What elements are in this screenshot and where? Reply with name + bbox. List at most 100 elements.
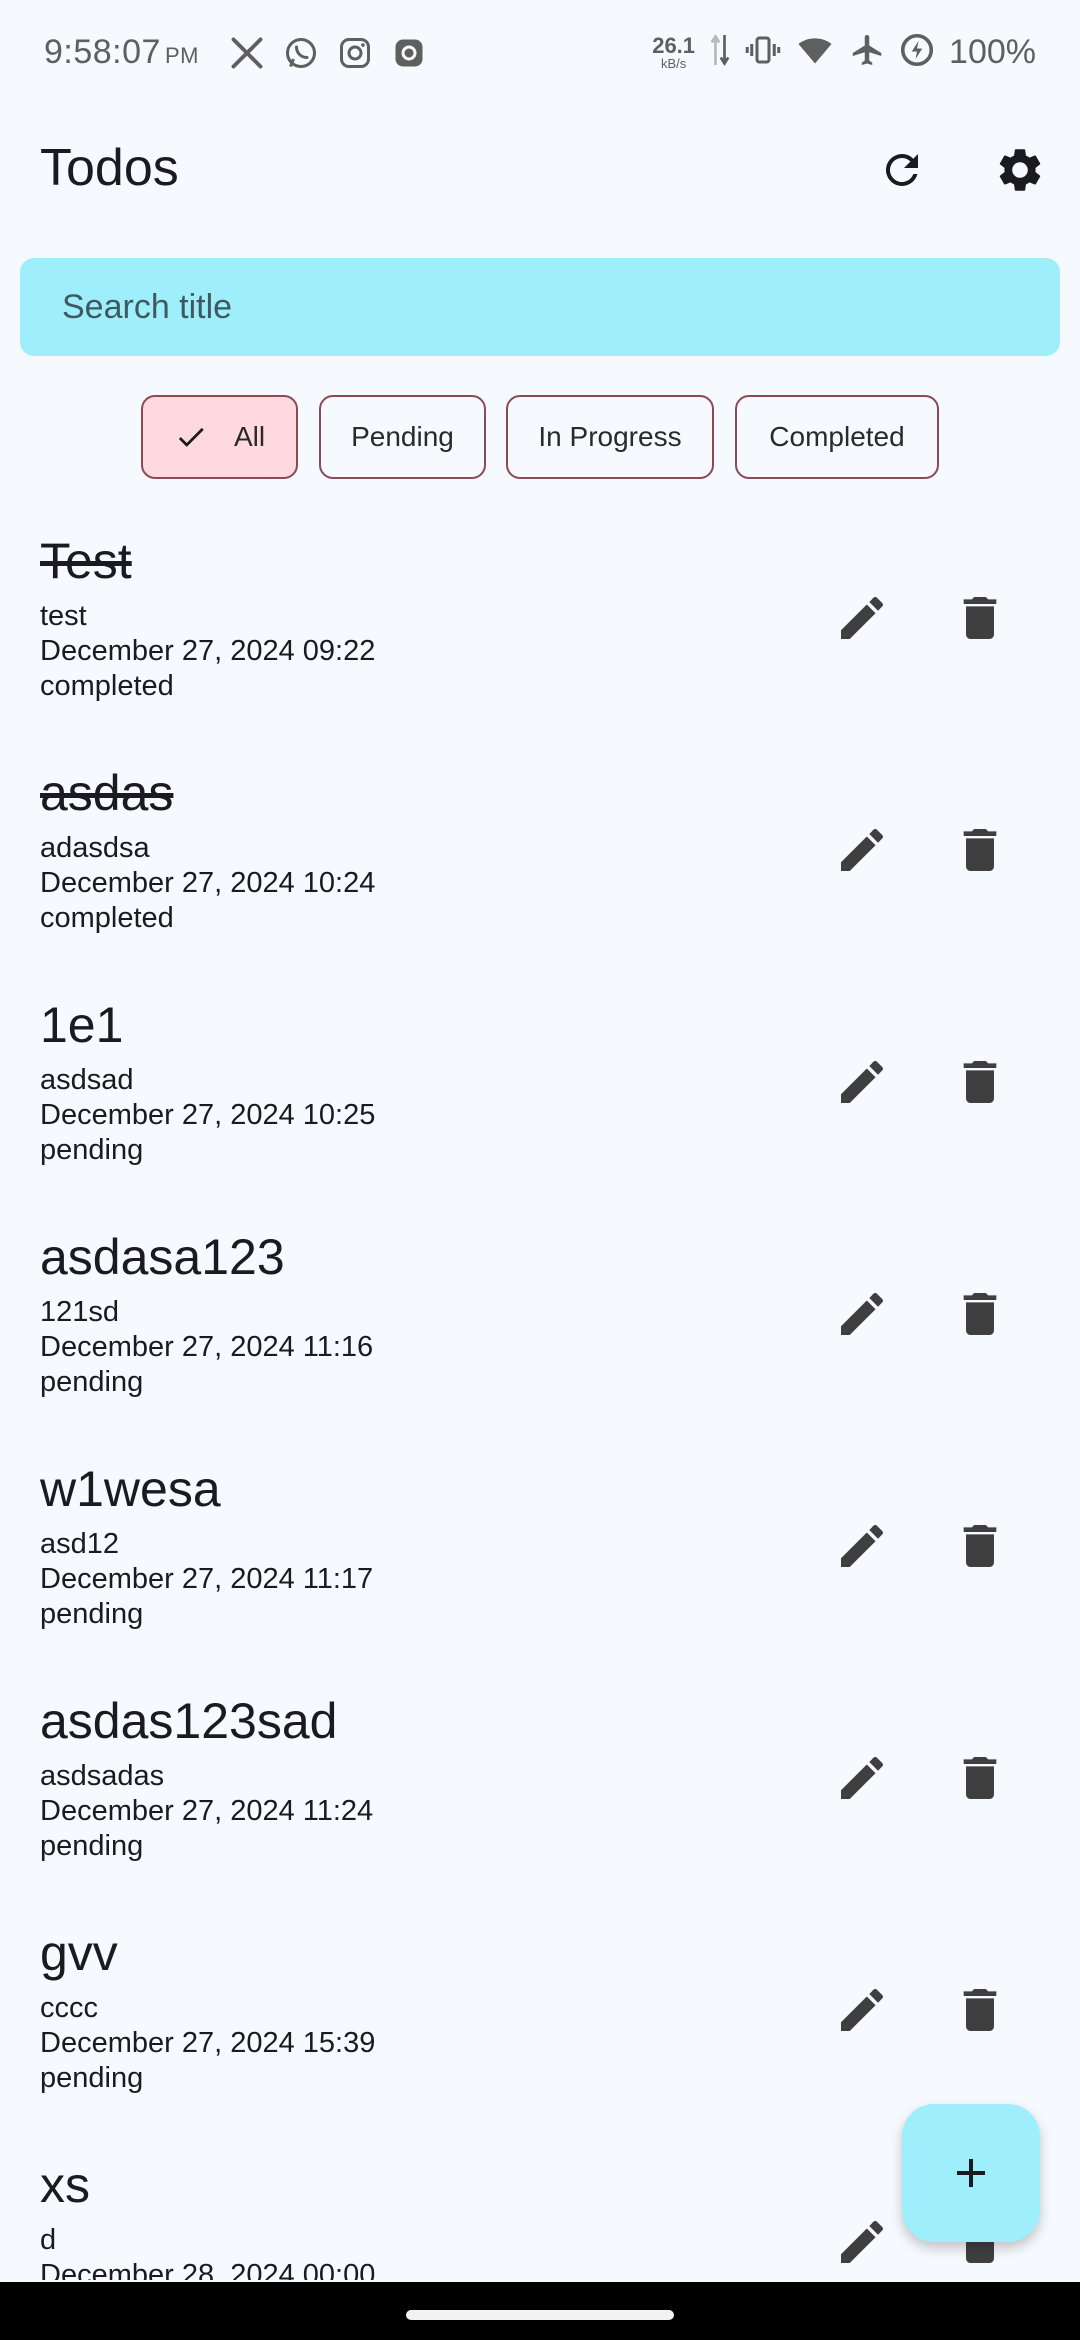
- trash-icon: [963, 1061, 997, 1103]
- pencil-icon: [841, 828, 884, 871]
- todo-status: completed: [40, 670, 174, 702]
- todo-title: asdas123sad: [40, 1693, 338, 1749]
- todo-title: xs: [40, 2157, 90, 2213]
- filter-chip-pending[interactable]: Pending: [319, 395, 486, 479]
- todo-date: December 27, 2024 11:17: [40, 1563, 374, 1595]
- todo-item[interactable]: asdasa123 121sd December 27, 2024 11:16 …: [0, 1216, 1080, 1448]
- whatsapp-icon: [283, 35, 319, 71]
- todo-date: December 27, 2024 11:24: [40, 1795, 374, 1827]
- todo-list: Test test December 27, 2024 09:22 comple…: [0, 520, 1080, 2280]
- pencil-icon: [841, 1988, 884, 2031]
- todo-description: cccc: [40, 1992, 98, 2024]
- todo-item[interactable]: 1e1 asdsad December 27, 2024 10:25 pendi…: [0, 984, 1080, 1216]
- filter-chip-label: All: [233, 421, 266, 452]
- edit-button[interactable]: [822, 578, 902, 658]
- notification-icons: [229, 35, 427, 71]
- todo-status: pending: [40, 1134, 144, 1166]
- trash-icon: [963, 1525, 997, 1567]
- trash-icon: [963, 1757, 997, 1799]
- todo-description: d: [40, 2224, 57, 2256]
- todo-description: asdsad: [40, 1064, 134, 1096]
- filter-chip-label: In Progress: [538, 421, 682, 452]
- todo-description: test: [40, 600, 87, 632]
- edit-button[interactable]: [822, 2202, 902, 2280]
- delete-button[interactable]: [940, 810, 1020, 890]
- edit-button[interactable]: [822, 810, 902, 890]
- status-time-ampm: PM: [164, 43, 199, 68]
- battery-percent: 100%: [949, 33, 1036, 71]
- todo-status: pending: [40, 1598, 144, 1630]
- pencil-icon: [841, 1524, 884, 1567]
- todo-date: December 27, 2024 10:25: [40, 1099, 376, 1131]
- filter-chip-completed[interactable]: Completed: [735, 395, 939, 479]
- filter-chips: All Pending In Progress Completed: [0, 395, 1080, 479]
- todo-date: December 28, 2024 00:00: [40, 2259, 376, 2281]
- edit-button[interactable]: [822, 1274, 902, 1354]
- trash-icon: [963, 1989, 997, 2031]
- pencil-icon: [841, 1756, 884, 1799]
- filter-chip-all[interactable]: All: [141, 395, 298, 479]
- settings-button[interactable]: [980, 130, 1060, 210]
- todo-status: pending: [40, 2062, 144, 2094]
- delete-button[interactable]: [940, 1274, 1020, 1354]
- todo-title: asdas: [40, 765, 174, 821]
- vibrate-icon: [745, 32, 781, 73]
- todo-date: December 27, 2024 09:22: [40, 635, 376, 667]
- todo-date: December 27, 2024 11:16: [40, 1331, 374, 1363]
- todo-item[interactable]: asdas123sad asdsadas December 27, 2024 1…: [0, 1680, 1080, 1912]
- delete-button[interactable]: [940, 1738, 1020, 1818]
- edit-button[interactable]: [822, 1738, 902, 1818]
- todo-date: December 27, 2024 15:39: [40, 2027, 376, 2059]
- gear-icon: [999, 149, 1041, 191]
- battery-saver-icon: [899, 32, 935, 73]
- pencil-icon: [841, 1292, 884, 1335]
- trash-icon: [963, 597, 997, 639]
- delete-button[interactable]: [940, 1506, 1020, 1586]
- plus-icon: [957, 2159, 985, 2187]
- todo-item[interactable]: Test test December 27, 2024 09:22 comple…: [0, 520, 1080, 752]
- todo-item[interactable]: w1wesa asd12 December 27, 2024 11:17 pen…: [0, 1448, 1080, 1680]
- delete-button[interactable]: [940, 578, 1020, 658]
- todo-date: December 27, 2024 10:24: [40, 867, 376, 899]
- refresh-icon: [885, 153, 918, 186]
- edit-button[interactable]: [822, 1042, 902, 1122]
- todo-status: completed: [40, 902, 174, 934]
- edit-button[interactable]: [822, 1506, 902, 1586]
- todo-title: w1wesa: [40, 1461, 221, 1517]
- pencil-icon: [841, 596, 884, 639]
- add-todo-button[interactable]: [902, 2104, 1040, 2242]
- refresh-button[interactable]: [862, 130, 942, 210]
- search-box[interactable]: [20, 258, 1060, 356]
- search-input[interactable]: [60, 286, 1024, 328]
- threads-icon: [391, 35, 427, 71]
- edit-button[interactable]: [822, 1970, 902, 2050]
- data-arrows-icon: [709, 32, 731, 73]
- trash-icon: [963, 1293, 997, 1335]
- status-bar: 9:58:07 PM 26.1 kB/s 100%: [0, 0, 1080, 105]
- todo-title: 1e1: [40, 997, 124, 1053]
- status-time: 9:58:07 PM: [44, 33, 199, 72]
- trash-icon: [963, 829, 997, 871]
- app-bar: Todos: [0, 120, 1080, 220]
- x-icon: [229, 35, 265, 71]
- todo-title: asdasa123: [40, 1229, 285, 1285]
- todo-description: adasdsa: [40, 832, 150, 864]
- todo-status: pending: [40, 1830, 144, 1862]
- check-icon: [174, 420, 208, 454]
- delete-button[interactable]: [940, 1970, 1020, 2050]
- todo-description: asd12: [40, 1528, 120, 1560]
- wifi-icon: [795, 32, 835, 73]
- todo-description: 121sd: [40, 1296, 120, 1328]
- filter-chip-label: Pending: [351, 421, 454, 452]
- todo-item[interactable]: asdas adasdsa December 27, 2024 10:24 co…: [0, 752, 1080, 984]
- home-gesture-handle[interactable]: [406, 2310, 674, 2320]
- todo-status: pending: [40, 1366, 144, 1398]
- net-speed-unit: kB/s: [660, 56, 687, 71]
- page-title: Todos: [40, 139, 179, 197]
- todo-title: Test: [40, 533, 132, 589]
- delete-button[interactable]: [940, 1042, 1020, 1122]
- filter-chip-in-progress[interactable]: In Progress: [506, 395, 714, 479]
- todo-title: gvv: [40, 1925, 118, 1981]
- status-time-value: 9:58:07: [44, 33, 161, 71]
- system-nav-bar: [0, 2282, 1080, 2340]
